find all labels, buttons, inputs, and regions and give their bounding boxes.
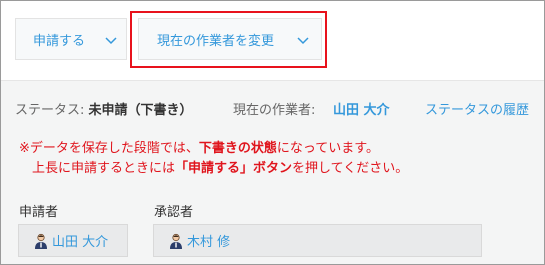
status-value: 未申請（下書き）	[88, 103, 193, 118]
draft-notice: ※データを保存した段階では、下書きの状態になっています。 上長に申請するときには…	[19, 139, 408, 179]
user-icon	[35, 233, 47, 249]
notice-text: になっています。	[276, 141, 379, 156]
current-worker-label: 現在の作業者:	[233, 103, 316, 118]
applicant-name[interactable]: 山田 大介	[52, 231, 108, 250]
approver-label: 承認者	[154, 205, 194, 220]
toolbar: 申請する 現在の作業者を変更	[1, 1, 544, 80]
user-icon	[170, 233, 182, 249]
notice-emphasis: 下書きの状態	[198, 141, 277, 156]
notice-emphasis: 「申請する」ボタン	[175, 161, 293, 176]
applicant-field: 山田 大介	[18, 224, 128, 257]
notice-text: 上長に申請するときには	[32, 161, 176, 176]
app-frame: 申請する 現在の作業者を変更 ステータス: 未申請（下書き） 現在の作業者: 山…	[0, 0, 545, 265]
change-worker-button-label: 現在の作業者を変更	[157, 33, 275, 49]
status-label: ステータス:	[15, 103, 85, 118]
status-panel: ステータス: 未申請（下書き） 現在の作業者: 山田 大介 ステータスの履歴 ※…	[1, 80, 544, 264]
notice-line-2: 上長に申請するときには「申請する」ボタンを押してください。	[19, 159, 408, 179]
change-worker-button[interactable]: 現在の作業者を変更	[138, 18, 322, 60]
approver-name[interactable]: 木村 修	[187, 231, 230, 250]
status-history-link[interactable]: ステータスの履歴	[425, 99, 529, 118]
notice-text: を押してください。	[292, 161, 409, 176]
notice-line-1: ※データを保存した段階では、下書きの状態になっています。	[19, 139, 408, 159]
status-line: ステータス: 未申請（下書き） 現在の作業者: 山田 大介 ステータスの履歴	[15, 99, 544, 118]
approver-field: 木村 修	[153, 224, 482, 257]
apply-button[interactable]: 申請する	[15, 18, 127, 60]
chevron-down-icon	[297, 37, 309, 45]
notice-text: ※データを保存した段階では、	[19, 141, 199, 156]
current-worker-name[interactable]: 山田 大介	[333, 99, 390, 118]
apply-button-label: 申請する	[33, 33, 86, 49]
applicant-label: 申請者	[19, 205, 59, 220]
chevron-down-icon	[105, 37, 117, 45]
